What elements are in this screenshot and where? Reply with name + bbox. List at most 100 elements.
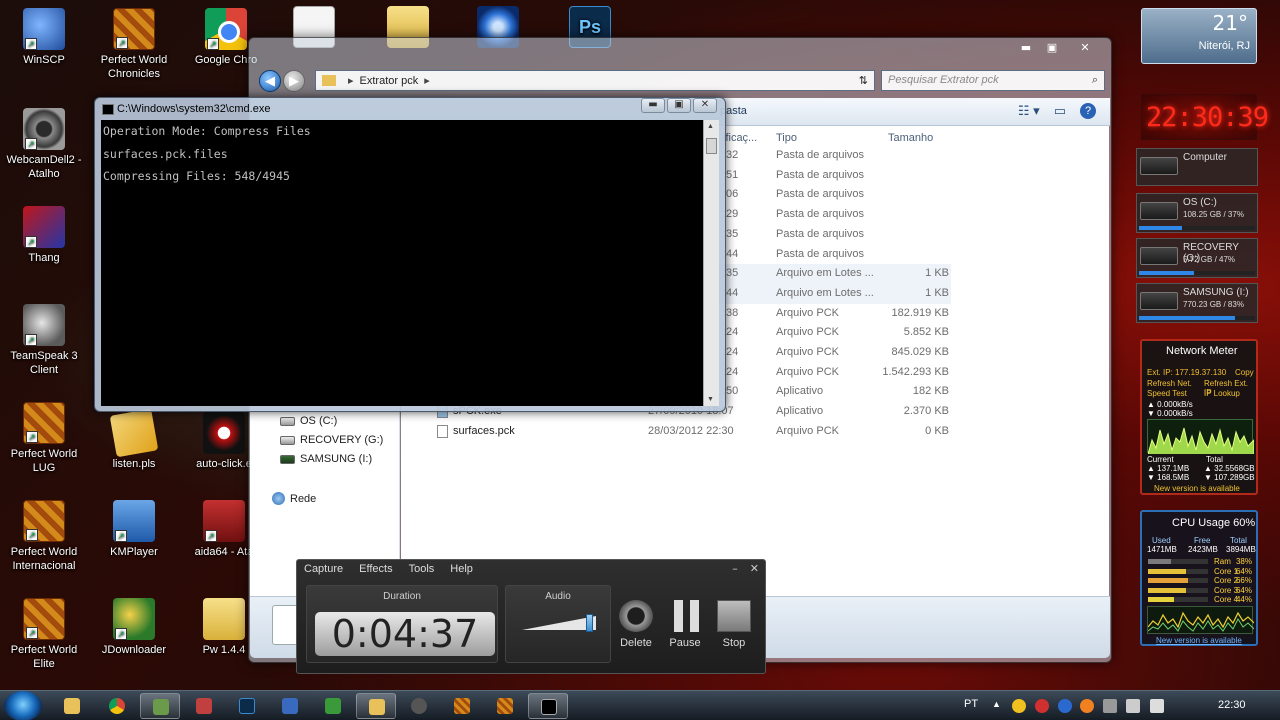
nav-item-drive-i[interactable]: SAMSUNG (I:) xyxy=(280,453,372,465)
close-button[interactable]: ✕ xyxy=(750,562,759,575)
maximize-button[interactable]: ▣ xyxy=(1039,40,1065,58)
taskbar-chrome[interactable] xyxy=(97,693,137,719)
tray-expand-icon[interactable]: ▲ xyxy=(992,699,1001,709)
vertical-scrollbar[interactable]: ▲ ▼ xyxy=(703,120,719,406)
menu-effects[interactable]: Effects xyxy=(359,563,392,575)
ip-lookup-link[interactable]: IP Lookup xyxy=(1204,389,1240,398)
taskbar-app-3[interactable] xyxy=(270,693,310,719)
delete-button[interactable]: Delete xyxy=(619,600,653,649)
menu-tools[interactable]: Tools xyxy=(409,563,435,575)
taskbar-app-2[interactable] xyxy=(184,693,224,719)
cpu-usage-title: CPU Usage 60% xyxy=(1172,517,1255,529)
copy-link[interactable]: Copy xyxy=(1235,368,1254,377)
upload-rate: ▲ 0.000kB/s xyxy=(1147,400,1193,409)
desktop-icon-winscp[interactable]: ↗ WinSCP xyxy=(0,8,88,67)
file-icon xyxy=(437,424,448,438)
tray-app-icon[interactable] xyxy=(1035,699,1049,713)
nav-item-drive-c[interactable]: OS (C:) xyxy=(280,415,337,427)
column-header-modified[interactable]: ificaç... xyxy=(723,132,757,144)
taskbar-explorer-active[interactable] xyxy=(356,693,396,719)
stop-button[interactable]: Stop xyxy=(717,600,751,649)
drive-gadget-i[interactable]: SAMSUNG (I:) 770.23 GB / 83% xyxy=(1136,283,1258,323)
total-down: ▼ 107.289GB xyxy=(1204,473,1255,482)
views-icon[interactable]: ☷ ▾ xyxy=(1018,103,1040,119)
desktop-icon-webcam[interactable]: ↗ WebcamDell2 - Atalho xyxy=(0,108,88,181)
core-value: 38% xyxy=(1235,557,1252,566)
close-button[interactable]: ✕ xyxy=(693,98,717,113)
drive-name: SAMSUNG (I:) xyxy=(1183,287,1249,298)
forward-button[interactable]: ▶ xyxy=(283,70,305,92)
taskbar-app-4[interactable] xyxy=(313,693,353,719)
tray-app-icon[interactable] xyxy=(1058,699,1072,713)
search-input[interactable]: Pesquisar Extrator pck ⌕ xyxy=(881,70,1105,91)
taskbar-photoshop[interactable] xyxy=(227,693,267,719)
column-header-type[interactable]: Tipo xyxy=(776,132,797,144)
volume-knob[interactable] xyxy=(585,614,593,632)
minimize-button[interactable]: ▬ xyxy=(1013,40,1039,58)
app-icon xyxy=(411,698,427,714)
console-output[interactable]: Operation Mode: Compress Files surfaces.… xyxy=(101,120,703,406)
start-button[interactable] xyxy=(4,691,42,720)
computer-gadget[interactable]: Computer xyxy=(1136,148,1258,186)
new-version-link[interactable]: New version is available xyxy=(1154,484,1240,493)
taskbar-pw-2[interactable] xyxy=(485,693,525,719)
breadcrumb[interactable]: ▸ Extrator pck ▸ ⇅ xyxy=(315,70,875,91)
preview-pane-icon[interactable]: ▭ xyxy=(1054,103,1066,119)
desktop-icon-teamspeak[interactable]: ↗ TeamSpeak 3 Client xyxy=(0,304,88,377)
help-icon[interactable]: ? xyxy=(1080,103,1096,119)
taskbar-clock[interactable]: 22:30 xyxy=(1218,699,1246,711)
scroll-thumb[interactable] xyxy=(706,138,717,154)
taskbar-cmd[interactable] xyxy=(528,693,568,719)
drive-gadget-g[interactable]: RECOVERY (G:) 5.72 GB / 47% xyxy=(1136,238,1258,278)
desktop-icon-label: WinSCP xyxy=(23,54,65,66)
network-tray-icon[interactable] xyxy=(1126,699,1140,713)
desktop-icon-pw-lug[interactable]: ↗ Perfect World LUG xyxy=(0,402,88,475)
taskbar-pw-1[interactable] xyxy=(442,693,482,719)
close-button[interactable]: ✕ xyxy=(1065,40,1105,58)
tray-app-icon[interactable] xyxy=(1012,699,1026,713)
nav-item-drive-g[interactable]: RECOVERY (G:) xyxy=(280,434,383,446)
desktop-icon-pw-internacional[interactable]: ↗ Perfect World Internacional xyxy=(0,500,88,573)
minimize-button[interactable]: – xyxy=(732,562,738,575)
minimize-button[interactable]: ▬ xyxy=(641,98,665,113)
menu-capture[interactable]: Capture xyxy=(304,563,343,575)
breadcrumb-item[interactable]: Extrator pck xyxy=(360,75,419,87)
refresh-net-link[interactable]: Refresh Net. xyxy=(1147,379,1192,388)
desktop-icon-pw-elite[interactable]: ↗ Perfect World Elite xyxy=(0,598,88,671)
taskbar-app-1[interactable] xyxy=(140,693,180,719)
drive-gadget-c[interactable]: OS (C:) 108.25 GB / 37% xyxy=(1136,193,1258,233)
current-down-value: 168.5MB xyxy=(1157,473,1190,482)
taskbar-explorer[interactable] xyxy=(52,693,92,719)
network-meter-title: Network Meter xyxy=(1166,345,1238,357)
download-rate: ▼ 0.000kB/s xyxy=(1147,409,1193,418)
speed-test-link[interactable]: Speed Test xyxy=(1147,389,1187,398)
language-indicator[interactable]: PT xyxy=(964,698,978,710)
maximize-button[interactable]: ▣ xyxy=(667,98,691,113)
taskbar-app-5[interactable] xyxy=(399,693,439,719)
weather-gadget[interactable]: 21° Niterói, RJ xyxy=(1141,8,1257,64)
core-name: Core 1 xyxy=(1214,566,1239,576)
scroll-up-icon[interactable]: ▲ xyxy=(707,123,714,130)
desktop-icon-pw-chronicles[interactable]: ↗ Perfect World Chronicles xyxy=(90,8,178,81)
core-value: 64% xyxy=(1235,566,1252,576)
new-version-link[interactable]: New version is available xyxy=(1156,636,1242,645)
scroll-down-icon[interactable]: ▼ xyxy=(707,396,714,403)
tray-app-icon[interactable] xyxy=(1103,699,1117,713)
pause-icon xyxy=(674,600,699,632)
table-row[interactable]: surfaces.pck 28/03/2012 22:30 Arquivo PCK 0… xyxy=(401,422,951,442)
nav-item-network[interactable]: Rede xyxy=(272,492,316,505)
clock-gadget[interactable]: 22:30:39 xyxy=(1141,94,1269,140)
pause-button[interactable]: Pause xyxy=(665,600,705,649)
back-button[interactable]: ◀ xyxy=(259,70,281,92)
menu-help[interactable]: Help xyxy=(450,563,473,575)
desktop-icon-jdownloader[interactable]: ↗ JDownloader xyxy=(90,598,178,657)
desktop-icon-kmplayer[interactable]: ↗ KMPlayer xyxy=(90,500,178,559)
refresh-icon[interactable]: ⇅ xyxy=(859,74,868,87)
desktop-icon-listen[interactable]: listen.pls xyxy=(90,408,178,471)
nav-item-label: OS (C:) xyxy=(300,415,338,427)
tray-app-icon[interactable] xyxy=(1080,699,1094,713)
column-header-size[interactable]: Tamanho xyxy=(888,132,933,144)
volume-icon[interactable] xyxy=(1150,699,1164,713)
audio-volume-slider[interactable] xyxy=(522,614,596,636)
desktop-icon-thang[interactable]: ↗ Thang xyxy=(0,206,88,265)
